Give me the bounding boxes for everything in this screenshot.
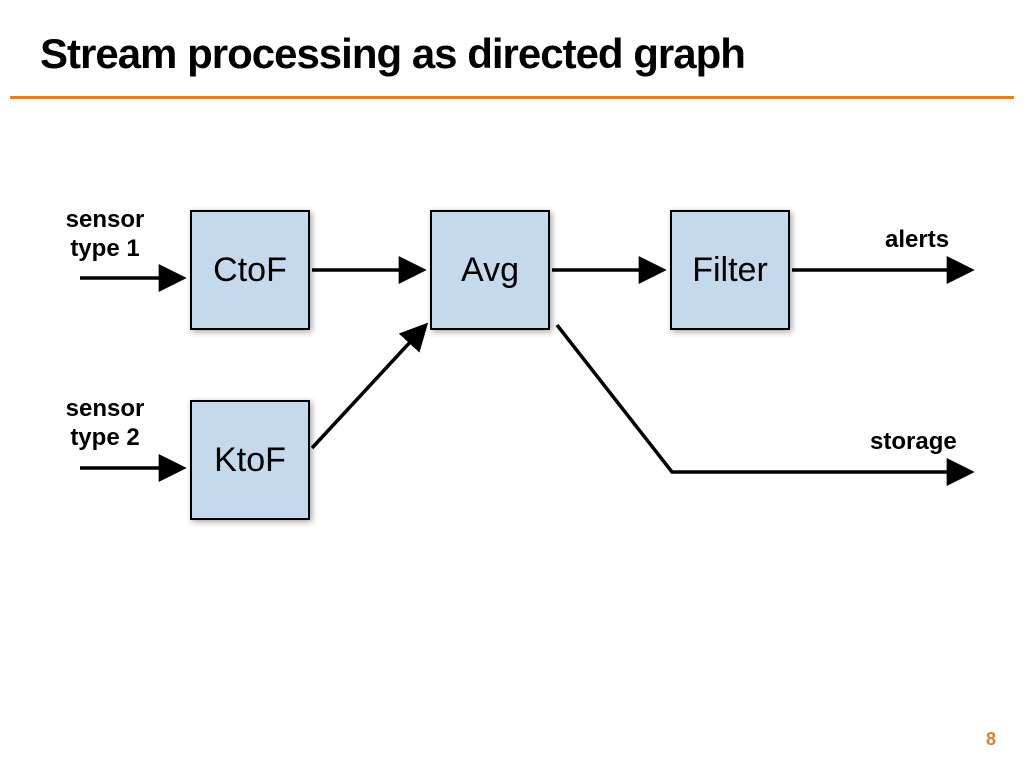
label-storage: storage bbox=[870, 428, 990, 457]
edges-layer bbox=[0, 0, 1024, 768]
node-filter-label: Filter bbox=[692, 251, 768, 290]
label-sensor-type-1: sensor type 1 bbox=[50, 206, 160, 264]
title-underline bbox=[10, 96, 1014, 99]
node-ktof-label: KtoF bbox=[214, 441, 286, 480]
node-filter: Filter bbox=[670, 210, 790, 330]
edge-ktof-to-avg bbox=[312, 326, 425, 448]
page-number: 8 bbox=[986, 729, 996, 750]
node-ctof-label: CtoF bbox=[213, 251, 287, 290]
page-title: Stream processing as directed graph bbox=[40, 30, 984, 78]
label-alerts: alerts bbox=[885, 226, 985, 255]
label-sensor-type-2: sensor type 2 bbox=[50, 395, 160, 453]
node-ctof: CtoF bbox=[190, 210, 310, 330]
node-avg: Avg bbox=[430, 210, 550, 330]
node-avg-label: Avg bbox=[461, 251, 519, 290]
node-ktof: KtoF bbox=[190, 400, 310, 520]
